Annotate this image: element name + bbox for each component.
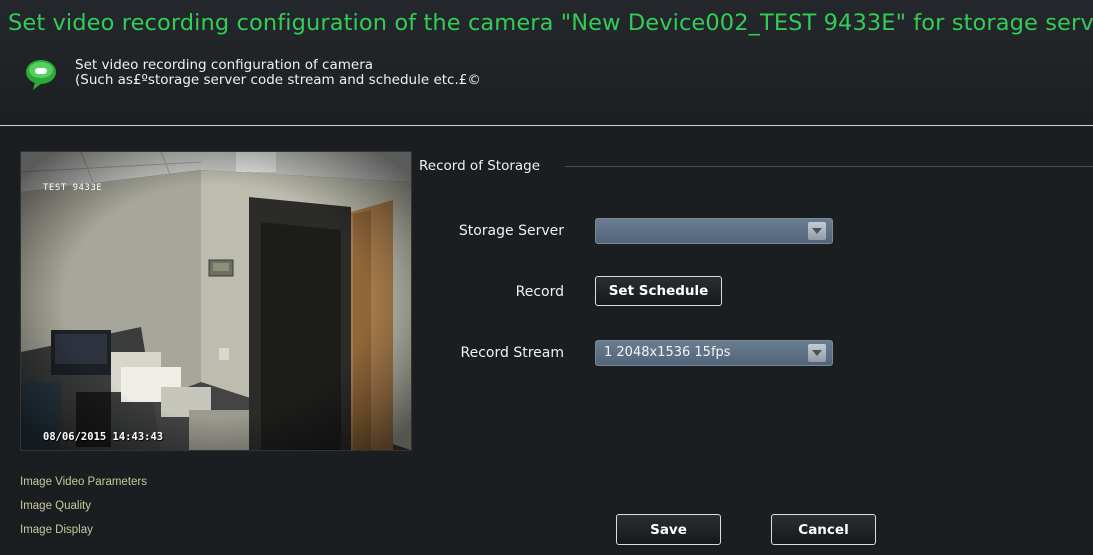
hint-line-1: Set video recording configuration of cam… [75,57,374,73]
record-stream-label: Record Stream [460,345,564,361]
osd-timestamp: 08/06/2015 14:43:43 [43,431,164,443]
side-menu-item-image-display[interactable]: Image Display [20,523,147,547]
storage-server-label: Storage Server [458,223,564,239]
fieldset-line [565,166,1093,167]
page-title: Set video recording configuration of the… [8,10,1093,36]
header-panel: Set video recording configuration of the… [0,0,1093,126]
record-label: Record [515,284,564,300]
hint-text: Set video recording configuration of cam… [75,58,481,88]
save-button[interactable]: Save [616,514,721,545]
side-menu-item-image-quality[interactable]: Image Quality [20,499,147,523]
speech-bubble-icon [26,60,56,90]
record-stream-value: 1 2048x1536 15fps [604,345,731,360]
camera-preview: TEST 9433E 08/06/2015 14:43:43 [20,151,412,451]
record-of-storage-legend: Record of Storage [419,158,541,174]
header-divider [0,125,1093,126]
storage-server-select[interactable] [595,218,833,244]
dropdown-arrow-icon[interactable] [808,344,826,362]
set-schedule-button[interactable]: Set Schedule [595,276,722,306]
osd-camera-name: TEST 9433E [43,183,103,193]
side-menu: Image Video Parameters Image Quality Ima… [20,475,147,547]
side-menu-item-image-video-parameters[interactable]: Image Video Parameters [20,475,147,499]
record-stream-select[interactable]: 1 2048x1536 15fps [595,340,833,366]
dropdown-arrow-icon[interactable] [808,222,826,240]
cancel-button[interactable]: Cancel [771,514,876,545]
hint-line-2: (Such as£ºstorage server code stream and… [75,72,481,88]
camera-image [21,152,411,450]
